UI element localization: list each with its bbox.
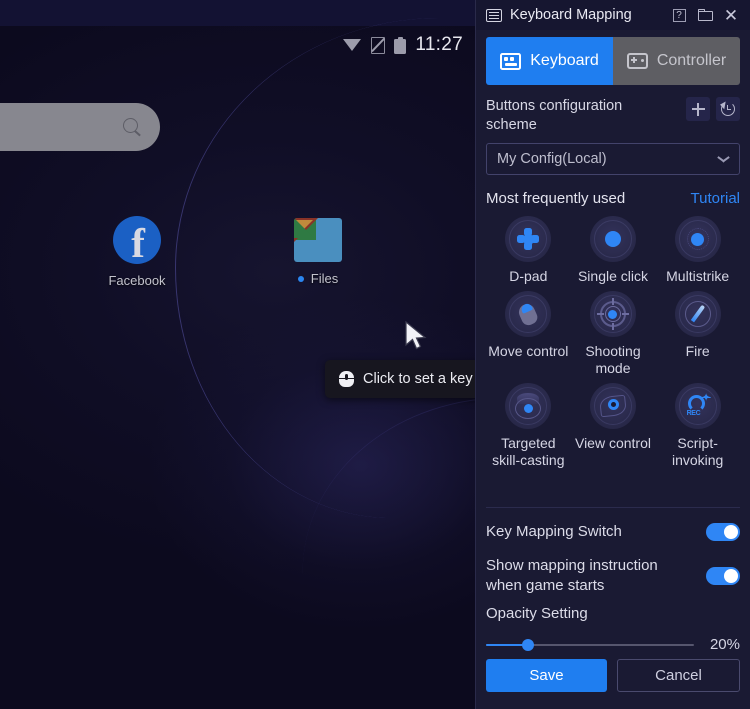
control-single-click[interactable]: Single click: [571, 216, 656, 285]
add-scheme-button[interactable]: [686, 97, 710, 121]
history-icon: [719, 100, 735, 116]
scheme-selected-value: My Config(Local): [497, 151, 607, 167]
gamepad-icon: [626, 53, 648, 69]
cancel-button[interactable]: Cancel: [617, 659, 740, 692]
plus-icon: [691, 102, 705, 116]
save-button[interactable]: Save: [486, 659, 607, 692]
control-label: Move control: [488, 343, 569, 359]
tooltip-text: Click to set a key: [363, 371, 473, 387]
setting-label: Show mapping instruction when game start…: [486, 557, 658, 594]
search-input[interactable]: [0, 103, 160, 151]
app-icon-facebook[interactable]: f Facebook: [82, 216, 192, 288]
opacity-value: 20%: [709, 636, 740, 653]
app-root: 11:27 f Facebook Files Click to set a ke…: [0, 0, 750, 709]
battery-icon: [394, 36, 407, 54]
folder-icon: [697, 9, 713, 21]
control-fire[interactable]: Fire: [655, 291, 740, 377]
fire-icon: [674, 291, 721, 337]
mouse-icon: [339, 371, 354, 387]
scheme-select[interactable]: My Config(Local): [486, 143, 740, 175]
tab-label: Controller: [656, 52, 727, 69]
move-control-icon: [505, 291, 552, 337]
files-icon: [294, 218, 342, 262]
dpad-icon: [505, 216, 552, 262]
setting-show-instruction: Show mapping instruction when game start…: [486, 556, 740, 596]
search-icon: [123, 117, 142, 137]
android-emulator-screen[interactable]: 11:27 f Facebook Files Click to set a ke…: [0, 0, 475, 709]
set-key-tooltip[interactable]: Click to set a key: [325, 360, 475, 398]
facebook-icon: f: [113, 216, 161, 264]
close-button[interactable]: ✕: [718, 4, 744, 26]
control-targeted-skill-casting[interactable]: Targeted skill-casting: [486, 383, 571, 469]
signal-off-icon: [371, 36, 386, 54]
tab-keyboard[interactable]: Keyboard: [486, 37, 613, 85]
scheme-header-row: Buttons configuration scheme: [486, 97, 740, 135]
controls-grid: D-pad Single click Multistrike Move cont…: [486, 216, 740, 469]
control-shooting-mode[interactable]: Shooting mode: [571, 291, 656, 377]
view-control-icon: [589, 383, 636, 429]
help-icon: ?: [672, 8, 686, 22]
section-title: Most frequently used: [486, 190, 626, 207]
app-label-row: Files: [263, 271, 373, 286]
mode-tabs: Keyboard Controller: [486, 37, 740, 85]
app-label: Files: [310, 271, 339, 286]
control-label: Script-invoking: [671, 435, 724, 468]
panel-footer: Save Cancel: [486, 659, 740, 709]
control-label: Multistrike: [666, 268, 730, 284]
script-invoking-icon: REC ✦: [674, 383, 721, 429]
control-label: Single click: [577, 268, 648, 284]
control-view-control[interactable]: View control: [571, 383, 656, 469]
control-label: Shooting mode: [585, 343, 641, 376]
app-label: Facebook: [108, 273, 166, 288]
panel-title-bar: Keyboard Mapping ? ✕: [476, 0, 750, 30]
app-icon-files[interactable]: Files: [263, 218, 373, 286]
panel-divider: [486, 507, 740, 508]
restore-scheme-button[interactable]: [716, 97, 740, 121]
key-mapping-toggle[interactable]: [706, 523, 740, 541]
show-instruction-toggle[interactable]: [706, 567, 740, 585]
targeted-skill-casting-icon: [505, 383, 552, 429]
android-status-bar: 11:27: [343, 34, 463, 56]
setting-key-mapping-switch: Key Mapping Switch: [486, 516, 740, 548]
close-icon: ✕: [723, 5, 739, 25]
slider-thumb[interactable]: [521, 638, 534, 651]
help-button[interactable]: ?: [666, 4, 692, 26]
scheme-label: Buttons configuration scheme: [486, 98, 623, 133]
control-label: D-pad: [509, 268, 548, 284]
controls-grid-wrapper: D-pad Single click Multistrike Move cont…: [486, 216, 740, 501]
single-click-icon: [589, 216, 636, 262]
folder-button[interactable]: [692, 4, 718, 26]
keyboard-mapping-panel: Keyboard Mapping ? ✕ Keyboard Controller: [475, 0, 750, 709]
control-dpad[interactable]: D-pad: [486, 216, 571, 285]
wallpaper-top-band: [0, 0, 475, 26]
wifi-icon: [343, 38, 362, 52]
shooting-mode-icon: [589, 291, 636, 337]
keyboard-icon: [486, 8, 502, 22]
control-move-control[interactable]: Move control: [486, 291, 571, 377]
control-multistrike[interactable]: Multistrike: [655, 216, 740, 285]
opacity-setting-label: Opacity Setting: [486, 605, 588, 622]
panel-title: Keyboard Mapping: [510, 7, 632, 23]
tutorial-link[interactable]: Tutorial: [691, 190, 740, 207]
opacity-slider-row: 20%: [486, 636, 740, 653]
control-script-invoking[interactable]: REC ✦ Script-invoking: [655, 383, 740, 469]
control-label: Fire: [685, 343, 710, 359]
tab-controller[interactable]: Controller: [613, 37, 740, 85]
chevron-down-icon: [718, 156, 729, 163]
setting-label: Key Mapping Switch: [486, 523, 622, 540]
opacity-slider[interactable]: [486, 637, 694, 653]
control-label: View control: [574, 435, 651, 451]
control-label: Targeted skill-casting: [492, 435, 565, 468]
panel-body: Keyboard Controller Buttons configuratio…: [476, 30, 750, 709]
tab-label: Keyboard: [530, 52, 599, 69]
multistrike-icon: [674, 216, 721, 262]
status-bar-clock: 11:27: [415, 34, 463, 55]
frequently-used-header: Most frequently used Tutorial: [486, 190, 740, 207]
notification-dot-icon: [297, 275, 304, 282]
keyboard-icon: [500, 52, 522, 70]
